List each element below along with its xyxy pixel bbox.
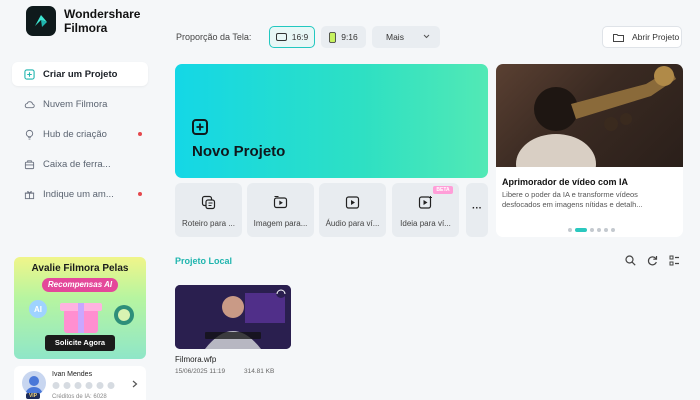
ratio-label: 9:16 [341, 32, 358, 42]
ratio-9-16-button[interactable]: 9:16 [321, 26, 366, 48]
sidebar-item-creation-hub[interactable]: Hub de criação [12, 122, 148, 146]
sidebar: Wondershare Filmora Criar um Projeto Nuv… [0, 0, 158, 400]
sidebar-item-label: Nuvem Filmora [43, 98, 108, 110]
sidebar-item-label: Hub de criação [43, 128, 107, 140]
sidebar-item-label: Criar um Projeto [43, 68, 118, 80]
sidebar-item-toolbox[interactable]: Caixa de ferra... [12, 152, 148, 176]
bulb-icon [25, 129, 34, 140]
new-project-title: Novo Projeto [192, 143, 286, 160]
user-card[interactable]: VIP Ivan Mendes Créditos de IA: 6028 [14, 366, 146, 400]
search-icon[interactable] [625, 255, 636, 266]
promo-banner[interactable]: Avalie Filmora Pelas Recompensas AI AI S… [14, 257, 146, 359]
banner-image [496, 64, 683, 194]
ai-video-enhancer-banner[interactable]: Aprimorador de vídeo com IA Libere o pod… [496, 64, 683, 237]
gift-icon [24, 190, 35, 199]
tool-script-to-video[interactable]: Roteiro para ... [175, 183, 242, 237]
carousel-dot[interactable] [568, 228, 572, 232]
new-project-card[interactable]: Novo Projeto [175, 64, 488, 178]
banner-title: Aprimorador de vídeo com IA [502, 177, 629, 187]
landscape-icon [275, 33, 287, 41]
brand-name: Wondershare [64, 7, 141, 21]
tool-audio-to-video[interactable]: Áudio para ví... [319, 183, 386, 237]
sidebar-item-label: Indique um am... [43, 188, 114, 200]
carousel-dot[interactable] [597, 228, 601, 232]
tool-idea-to-video[interactable]: BETA Ideia para ví... [392, 183, 459, 237]
portrait-icon [329, 31, 337, 43]
sidebar-item-create-project[interactable]: Criar um Projeto [12, 62, 148, 86]
carousel-pagination[interactable] [568, 228, 615, 232]
user-quick-icons [52, 382, 115, 389]
beta-badge: BETA [433, 186, 453, 194]
project-file-name: Filmora.wfp [175, 355, 217, 364]
carousel-dot[interactable] [611, 228, 615, 232]
carousel-dot[interactable] [604, 228, 608, 232]
ai-credits: Créditos de IA: 6028 [52, 394, 107, 400]
project-file-date: 15/06/2025 11:19 [175, 368, 226, 375]
audio-to-video-icon [345, 196, 360, 209]
carousel-dot[interactable] [590, 228, 594, 232]
plus-icon [192, 119, 208, 135]
promo-title: Avalie Filmora Pelas [31, 263, 129, 274]
open-project-button[interactable]: Abrir Projeto [602, 26, 682, 48]
claim-now-button[interactable]: Solicite Agora [45, 335, 115, 351]
list-view-icon[interactable] [669, 255, 680, 266]
more-tools-button[interactable]: ··· [466, 183, 488, 237]
open-project-label: Abrir Projeto [632, 32, 680, 42]
plus-square-icon [24, 68, 35, 80]
script-icon [201, 195, 216, 210]
tool-label: Ideia para ví... [400, 219, 451, 228]
sidebar-item-cloud[interactable]: Nuvem Filmora [12, 92, 148, 116]
more-ratios-dropdown[interactable]: Mais [372, 26, 440, 48]
folder-icon [613, 33, 624, 42]
project-file-size: 314.81 KB [244, 368, 275, 375]
refresh-icon[interactable] [647, 255, 658, 266]
brand-product: Filmora [64, 21, 108, 35]
banner-description: Libere o poder da IA e transforme vídeos… [502, 190, 643, 209]
svg-text:AI: AI [34, 305, 42, 314]
notification-dot [138, 132, 142, 136]
ratio-label: 16:9 [291, 32, 309, 42]
dropdown-label: Mais [386, 32, 404, 42]
sidebar-item-label: Caixa de ferra... [43, 158, 111, 170]
local-projects-title: Projeto Local [175, 256, 233, 266]
idea-to-video-icon [418, 196, 432, 209]
project-thumbnail[interactable] [175, 285, 291, 349]
tool-label: Áudio para ví... [325, 219, 380, 228]
avatar[interactable] [22, 371, 46, 395]
user-name: Ivan Mendes [52, 371, 93, 378]
cloud-icon [24, 100, 35, 108]
gift-box-illustration: AI [29, 300, 134, 333]
image-to-video-icon [273, 196, 288, 209]
tool-image-to-video[interactable]: Imagem para... [247, 183, 314, 237]
filmora-logo[interactable] [26, 6, 56, 36]
tool-label: Roteiro para ... [182, 219, 235, 228]
chevron-right-icon[interactable] [132, 380, 138, 388]
sidebar-item-refer-friend[interactable]: Indique um am... [12, 182, 148, 206]
chevron-down-icon [423, 34, 430, 39]
notification-dot [138, 192, 142, 196]
vip-badge: VIP [26, 393, 40, 399]
promo-subtitle: Recompensas AI [42, 278, 118, 292]
toolbox-icon [24, 159, 35, 169]
ratio-16-9-button[interactable]: 16:9 [269, 26, 315, 48]
tool-label: Imagem para... [253, 219, 308, 228]
aspect-ratio-label: Proporção da Tela: [176, 32, 252, 42]
carousel-dot[interactable] [575, 228, 587, 232]
